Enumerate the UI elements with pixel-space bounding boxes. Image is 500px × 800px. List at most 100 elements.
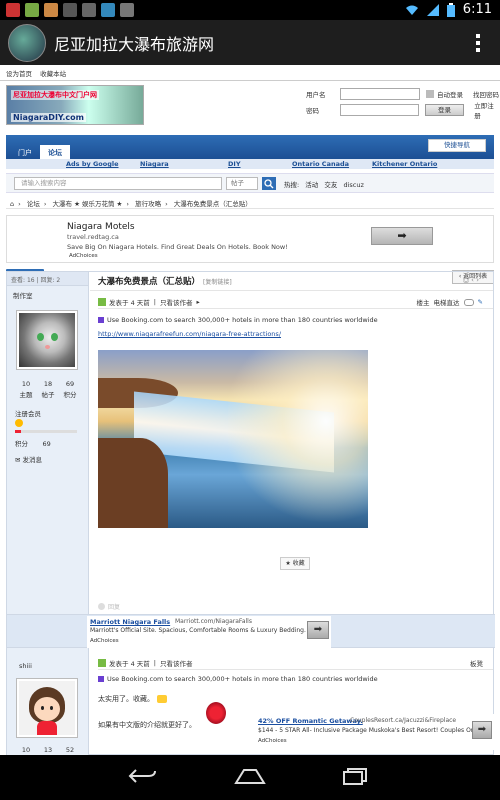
author-counts: 10 13 52 [15,746,81,754]
kitchener-ontario-link[interactable]: Kitchener Ontario [372,160,437,168]
view-count: 16 [26,277,35,284]
jump-floor-label: 电梯直达 [433,299,460,307]
ad-choices[interactable]: AdChoices [69,253,98,259]
ad-title[interactable]: Niagara Motels [67,222,135,232]
notification-app-icon [6,3,20,17]
level-icon [15,419,23,427]
diy-link[interactable]: DIY [228,160,241,168]
hot-term[interactable]: discuz [343,181,363,189]
app-logo-icon [8,23,46,62]
find-password-link[interactable]: 找回密码 [473,89,499,99]
login-button[interactable]: 登录 [424,104,465,116]
reply-hint[interactable]: 回复 [98,602,120,611]
ad-url[interactable]: CouplesResort.ca/Jacuzzi&Fireplace [350,717,456,724]
jump-floor-input[interactable] [463,298,474,306]
ad-choices[interactable]: AdChoices [258,738,287,744]
post-author-name[interactable]: shiii [13,658,38,674]
floor-info: 楼主 电梯直达 ✎ [417,297,483,307]
breadcrumb-item[interactable]: 论坛 [27,200,40,208]
breadcrumb-item[interactable]: 大瀑布 ★ 娱乐万花筒 ★ [53,200,123,208]
top-links: 设为首页 收藏本站 [0,65,500,81]
tab-portal[interactable]: 门户 [10,145,40,159]
back-icon[interactable] [128,767,158,785]
site-header: 尼亚加拉大瀑布中文门户网 NiagaraDIY.com 用户名 自动登录 找回密… [0,81,500,129]
booking-promo[interactable]: Use Booking.com to search 300,000+ hotel… [98,675,378,683]
system-nav-bar [0,755,500,800]
posts-count: 18 [43,380,53,388]
user-group[interactable]: 注册会员 [15,408,41,418]
overflow-menu-icon[interactable] [476,34,480,52]
hot-term[interactable]: 交友 [324,181,337,189]
thread: 查看: 16 | 回复: 2 制作室 10 18 69 主题 帖子 积分 注册会… [6,271,495,755]
breadcrumb-item[interactable]: 旅行攻略 [135,200,161,208]
web-view[interactable]: 设为首页 收藏本站 尼亚加拉大瀑布中文门户网 NiagaraDIY.com 用户… [0,65,500,755]
level-progress [15,430,77,433]
niagara-link[interactable]: Niagara [140,160,169,168]
recents-icon[interactable] [342,767,368,785]
bookmark-link[interactable]: 收藏本站 [40,70,66,78]
only-author-link[interactable]: 只看该作者 [160,658,193,668]
points-count: 52 [65,746,75,754]
home-icon[interactable]: ⌂ [10,200,14,208]
ad-title[interactable]: Marriott Niagara Falls [90,618,170,626]
post-meta: 发表于 4 天前 | 只看该作者 ▸ [98,297,204,307]
username-label: 用户名 [306,91,326,99]
ad-title[interactable]: 42% OFF Romantic Getaway. [258,717,363,725]
angry-bird-icon [206,702,226,724]
ad-choices[interactable]: AdChoices [90,638,119,644]
points-line: 积分 69 [15,440,51,448]
reply-icon [98,603,105,610]
avatar[interactable] [16,310,78,370]
emoji-icon [157,695,167,703]
reply-count: 2 [56,277,61,284]
notification-app-icon [44,3,58,17]
ad-banner-mid[interactable]: Marriott Niagara Falls Marriott.com/Niag… [7,614,495,648]
wrench-icon[interactable]: ✎ [478,298,483,306]
floor-info: 板凳 [470,658,483,668]
set-homepage-link[interactable]: 设为首页 [6,70,32,78]
copy-link[interactable]: [复制链接] [203,279,232,286]
register-link[interactable]: 立即注册 [474,100,500,120]
ad-url[interactable]: travel.redtag.ca [67,233,119,241]
main-nav: 门户 论坛 快捷导航 [6,135,494,159]
site-logo[interactable]: 尼亚加拉大瀑布中文门户网 NiagaraDIY.com [6,85,144,125]
auto-login-checkbox[interactable] [426,90,434,98]
booking-icon [98,317,104,323]
home-icon[interactable] [234,767,266,785]
author-count-labels: 主题 帖子 积分 [19,391,77,399]
send-message-link[interactable]: ✉ 发消息 [15,454,42,464]
site-logo-cn: 尼亚加拉大瀑布中文门户网 [11,90,99,100]
booking-promo[interactable]: Use Booking.com to search 300,000+ hotel… [98,316,378,324]
ad-arrow-button[interactable]: ➡ [307,621,329,639]
ad-description: Save Big On Niagara Hotels. Find Great D… [67,243,288,251]
ads-by-google-link[interactable]: Ads by Google [66,160,119,168]
only-author-link[interactable]: 只看该作者 [160,297,193,307]
threads-count: 10 [21,380,31,388]
threads-count: 10 [21,746,31,754]
search-input[interactable]: 请输入搜索内容 [14,177,222,190]
breadcrumb-item[interactable]: 大瀑布免费景点（汇总贴） [174,200,252,208]
post-author-name[interactable]: 制作室 [7,286,88,304]
hot-term[interactable]: 活动 [305,181,318,189]
password-label: 密码 [306,107,319,115]
ad-url[interactable]: Marriott.com/NiagaraFalls [175,618,252,625]
ad-arrow-button[interactable]: ➡ [371,227,433,245]
niagara-falls-photo [98,350,368,528]
tab-forum[interactable]: 论坛 [40,145,70,159]
password-input[interactable] [339,104,419,116]
notification-icons [6,3,134,17]
favorite-button[interactable]: ★ 收藏 [280,557,310,570]
post-meta: 发表于 4 天前 | 只看该作者 [98,658,196,668]
thread-tools[interactable]: ⎙ ‹ › [463,276,479,285]
post-link[interactable]: http://www.niagarafreefun.com/niagara-fr… [98,330,281,338]
quick-nav-dropdown[interactable]: 快捷导航 [428,139,486,152]
search-type-select[interactable]: 帖子 [226,177,258,190]
ad-banner-bottom[interactable]: 42% OFF Romantic Getaway. CouplesResort.… [250,714,494,750]
ontario-canada-link[interactable]: Ontario Canada [292,160,349,168]
search-button[interactable] [262,177,276,190]
avatar[interactable] [16,678,78,738]
notification-app-icon [25,3,39,17]
ad-banner-top[interactable]: Niagara Motels travel.redtag.ca Save Big… [6,215,494,263]
ad-arrow-button[interactable]: ➡ [472,721,492,739]
username-input[interactable] [340,88,420,100]
